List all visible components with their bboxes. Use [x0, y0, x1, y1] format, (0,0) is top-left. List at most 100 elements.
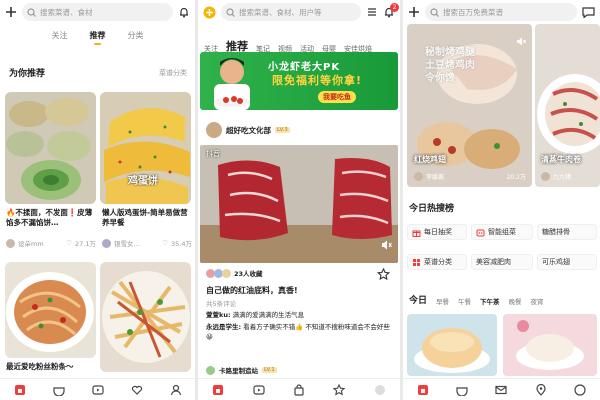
location-icon[interactable]	[535, 383, 547, 396]
mute-icon[interactable]	[380, 236, 392, 255]
bell-icon[interactable]	[178, 6, 190, 18]
comment-item: 永远是学生: 看着方子确实不错👍 不知道不搜粉味道会不会好些😀	[206, 322, 394, 342]
noodles-image	[5, 262, 96, 358]
search-input[interactable]: 搜索菜谱、食材	[22, 3, 173, 21]
author-name: 设朵mm	[18, 240, 44, 248]
author-avatar[interactable]	[206, 122, 222, 138]
hot-card-caption: 清蒸牛肉卷	[541, 155, 581, 164]
tab-late-night[interactable]: 夜宵	[531, 296, 544, 306]
hot-card-meta: 九九猪	[541, 172, 571, 181]
tab-following[interactable]: 关注	[52, 30, 68, 41]
meal-time-tabs: 今日 早餐 午餐 下午茶 晚餐 夜宵	[409, 293, 596, 306]
hot-list-title: 今日热搜榜	[409, 204, 455, 214]
mute-icon[interactable]	[515, 32, 526, 51]
recipe-card-bun[interactable]	[407, 314, 497, 376]
recipe-card-title: 懒人版鸡蛋饼-简单易做营养早餐	[102, 208, 188, 227]
hot-card-chicken[interactable]: 秘制烤鸡腿 土豆烤鸡肉 令你馋 红烧鸡翅 李媛酱 20.2万	[407, 24, 532, 187]
comment-item: 萱萱ku: 满满的爱满满的生活气息	[206, 310, 394, 320]
next-post-header: 卡路里制造站 LV.1	[206, 365, 277, 375]
home-icon[interactable]	[417, 384, 429, 396]
author-name: 银雪女…	[114, 240, 140, 248]
tab-lunch[interactable]: 午餐	[458, 296, 471, 306]
tab-dinner[interactable]: 晚餐	[509, 296, 522, 306]
tab-afternoon-tea[interactable]: 下午茶	[480, 296, 500, 306]
chip-label: 智能组菜	[488, 228, 516, 236]
bag-icon[interactable]	[293, 383, 305, 396]
profile-icon[interactable]	[374, 384, 386, 396]
tab-recommend[interactable]: 推荐	[90, 30, 106, 45]
search-input[interactable]: 搜索百万免费菜谱	[425, 3, 577, 21]
favorites-count: 23人收藏	[234, 270, 263, 278]
top-bar: 搜索菜谱、食材	[0, 0, 195, 24]
chip-recipe-category[interactable]: 菜谱分类	[407, 254, 467, 270]
favorites-row: 23人收藏	[206, 268, 263, 278]
tab-breakfast[interactable]: 早餐	[436, 296, 449, 306]
bottom-nav	[403, 378, 600, 400]
author-avatar	[206, 365, 215, 375]
home-icon[interactable]	[212, 384, 224, 396]
add-icon[interactable]	[203, 6, 216, 19]
tab-today[interactable]: 今日	[409, 293, 427, 306]
home-icon[interactable]	[14, 384, 26, 396]
recipe-category-link[interactable]: 菜谱分类	[159, 68, 187, 78]
mail-icon[interactable]	[495, 384, 508, 396]
next-post-author[interactable]: 卡路里制造站	[219, 365, 258, 375]
promo-banner[interactable]: 小龙虾老大PK 限免福利等你拿! 我要吃鱼	[200, 52, 398, 110]
like-count: 20.2万	[506, 174, 526, 181]
heart-icon[interactable]: ♡	[66, 239, 72, 247]
image-overlay-text: 鸡蛋饼	[128, 176, 158, 187]
bowl-icon[interactable]	[456, 384, 468, 396]
banner-button[interactable]: 我要吃鱼	[318, 91, 356, 103]
post-title: 自己做的红油底料，真香!	[206, 286, 298, 295]
hot-card-beef[interactable]: 清蒸牛肉卷 九九猪	[535, 24, 600, 187]
post-author[interactable]: 超好吃文化部	[226, 125, 271, 136]
chip-smart-menu[interactable]: 智能组菜	[471, 224, 533, 240]
add-icon[interactable]	[408, 6, 420, 18]
author-avatar	[414, 172, 423, 181]
gift-icon	[412, 230, 421, 237]
dessert-image	[503, 314, 597, 376]
search-input[interactable]: 搜索菜谱、食材、用户等	[221, 3, 361, 21]
search-icon	[226, 7, 235, 17]
level-badge: LV.1	[262, 367, 277, 373]
tab-category[interactable]: 分类	[128, 30, 144, 41]
recipe-card-noodles[interactable]	[5, 262, 96, 358]
bell-icon[interactable]: 2	[383, 3, 399, 18]
profile-icon[interactable]	[170, 384, 182, 396]
video-icon[interactable]	[91, 384, 104, 396]
heart-nav-icon[interactable]	[131, 384, 143, 396]
search-icon	[430, 7, 439, 17]
star-icon[interactable]	[376, 266, 391, 285]
banner-line1: 小龙虾老大PK	[268, 62, 341, 73]
chip-label: 糖醋排骨	[542, 228, 570, 236]
author-avatar	[6, 238, 15, 248]
add-icon[interactable]	[5, 6, 17, 18]
heart-icon[interactable]: ♡	[162, 239, 168, 247]
stirfry-image	[100, 262, 191, 372]
chip-sweet-sour-ribs[interactable]: 糖醋排骨	[537, 224, 597, 240]
video-icon[interactable]	[252, 384, 265, 396]
banner-line2: 限免福利等你拿!	[272, 74, 363, 87]
chip-beauty-diet[interactable]: 美容减肥肉	[471, 254, 533, 270]
search-icon	[27, 7, 36, 17]
level-badge: LV.3	[275, 127, 290, 133]
list-icon[interactable]	[366, 6, 378, 18]
search-placeholder: 搜索百万免费菜谱	[443, 7, 503, 17]
chip-cola-wings[interactable]: 可乐鸡翅	[537, 254, 597, 270]
post-video[interactable]: 抖音	[200, 145, 398, 263]
chip-daily-lottery[interactable]: 每日抽奖	[407, 224, 467, 240]
recipe-card-egg-pancake[interactable]: 鸡蛋饼	[100, 92, 191, 204]
author-name: 李媛酱	[426, 174, 445, 181]
top-tabs: 关注 推荐 分类	[0, 30, 195, 45]
post-header: 超好吃文化部 LV.3	[206, 122, 290, 138]
comment-user: 萱萱ku:	[206, 311, 231, 319]
star-nav-icon[interactable]	[333, 383, 346, 396]
post-subtitle: 共5条评论	[206, 300, 237, 308]
recipe-card-pancake[interactable]	[5, 92, 96, 204]
hot-card-meta: 李媛酱 20.2万	[414, 172, 526, 181]
recipe-card-dessert[interactable]	[503, 314, 597, 376]
bowl-icon[interactable]	[52, 384, 65, 396]
recipe-card-stirfry[interactable]	[100, 262, 191, 372]
profile-icon[interactable]	[574, 383, 586, 396]
message-icon[interactable]	[582, 6, 595, 18]
